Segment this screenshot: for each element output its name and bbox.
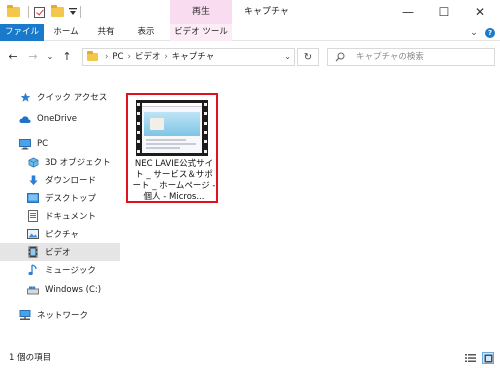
close-button[interactable]: ✕ <box>464 0 496 24</box>
new-folder-icon[interactable] <box>50 5 64 19</box>
search-placeholder: キャプチャの検索 <box>356 52 424 62</box>
sidebar-item-label: ダウンロード <box>45 176 97 186</box>
expand-ribbon-icon[interactable]: ⌄ <box>468 24 480 41</box>
window-title: キャプチャ <box>244 7 289 17</box>
tab-file[interactable]: ファイル <box>0 24 44 41</box>
forward-button[interactable]: → <box>26 49 40 63</box>
large-icons-view-icon[interactable] <box>482 352 494 364</box>
item-count: 1 個の項目 <box>9 353 52 363</box>
sidebar-item-label: ドキュメント <box>45 212 97 222</box>
sidebar-item-music[interactable]: ミュージック <box>0 261 120 279</box>
video-icon <box>27 246 39 258</box>
breadcrumb-separator: › <box>105 52 109 62</box>
title-bar: 再生 キャプチャ — ☐ ✕ <box>0 0 500 24</box>
help-glyph: ? <box>485 27 495 38</box>
breadcrumb-item-pc[interactable]: PC <box>112 52 123 62</box>
computer-icon <box>19 138 31 150</box>
file-item[interactable]: NEC LAVIE公式サイト _ サービス＆サポート _ ホームページ - 個人… <box>126 93 218 203</box>
breadcrumb: › PC › ビデオ › キャプチャ <box>105 49 214 65</box>
sidebar-item-pc[interactable]: PC <box>0 135 120 153</box>
back-button[interactable]: ← <box>6 49 20 63</box>
breadcrumb-item-capture[interactable]: キャプチャ <box>172 52 214 62</box>
sidebar-item-label: ネットワーク <box>37 311 89 321</box>
document-icon <box>27 210 39 222</box>
search-icon <box>335 52 345 62</box>
video-thumbnail <box>136 100 208 156</box>
tab-home[interactable]: ホーム <box>46 24 86 41</box>
context-group-header: 再生 <box>170 0 232 24</box>
tab-video-tools[interactable]: ビデオ ツール <box>170 24 232 41</box>
breadcrumb-separator[interactable]: › <box>127 52 130 62</box>
sidebar-item-3d-objects[interactable]: 3D オブジェクト <box>0 153 120 171</box>
context-group-label: 再生 <box>191 7 210 17</box>
status-bar: 1 個の項目 <box>0 348 500 368</box>
music-icon <box>27 264 39 276</box>
network-icon <box>19 309 31 321</box>
navigation-pane: クイック アクセス OneDrive PC 3D オブジェクト ダウンロード デ… <box>0 76 120 334</box>
help-icon[interactable]: ? <box>484 24 496 41</box>
tab-share[interactable]: 共有 <box>88 24 124 41</box>
details-view-icon[interactable] <box>464 352 476 364</box>
desktop-icon <box>27 192 39 204</box>
film-perforation <box>203 100 208 156</box>
sidebar-item-label: ピクチャ <box>45 230 79 240</box>
sidebar-item-label: デスクトップ <box>45 194 97 204</box>
sidebar-item-pictures[interactable]: ピクチャ <box>0 225 120 243</box>
thumbnail-preview <box>142 103 202 153</box>
sidebar-item-label: ビデオ <box>45 248 71 258</box>
download-icon <box>27 174 39 186</box>
sidebar-item-documents[interactable]: ドキュメント <box>0 207 120 225</box>
ribbon-tabs: ファイル ホーム 共有 表示 ビデオ ツール ⌄ ? <box>0 24 500 41</box>
sidebar-item-quick-access[interactable]: クイック アクセス <box>0 88 120 106</box>
minimize-button[interactable]: — <box>392 0 424 24</box>
folder-icon <box>6 5 20 19</box>
sidebar-item-downloads[interactable]: ダウンロード <box>0 171 120 189</box>
recent-locations-button[interactable]: ⌄ <box>43 49 57 63</box>
address-dropdown-icon[interactable]: ⌄ <box>284 49 291 65</box>
breadcrumb-item-video[interactable]: ビデオ <box>135 52 161 62</box>
maximize-button[interactable]: ☐ <box>428 0 460 24</box>
file-name: NEC LAVIE公式サイト _ サービス＆サポート _ ホームページ - 個人… <box>132 159 216 202</box>
properties-icon[interactable] <box>32 5 46 19</box>
sidebar-item-label: ミュージック <box>45 266 96 276</box>
drive-icon <box>27 284 39 296</box>
sidebar-item-desktop[interactable]: デスクトップ <box>0 189 120 207</box>
star-icon <box>19 91 31 103</box>
sidebar-item-label: 3D オブジェクト <box>45 158 111 168</box>
sidebar-item-label: PC <box>37 139 49 149</box>
tab-view[interactable]: 表示 <box>126 24 166 41</box>
cloud-icon <box>19 113 31 125</box>
sidebar-item-video[interactable]: ビデオ <box>0 243 120 261</box>
sidebar-item-label: Windows (C:) <box>45 285 102 295</box>
cube-icon <box>27 156 39 168</box>
sidebar-item-label: クイック アクセス <box>37 93 108 103</box>
sidebar-item-network[interactable]: ネットワーク <box>0 306 120 324</box>
address-bar[interactable]: › PC › ビデオ › キャプチャ ⌄ <box>82 48 295 66</box>
picture-icon <box>27 228 39 240</box>
divider <box>80 6 81 18</box>
film-perforation <box>136 100 141 156</box>
breadcrumb-separator[interactable]: › <box>164 52 167 62</box>
sidebar-item-label: OneDrive <box>37 114 77 124</box>
navigation-bar: ← → ⌄ ↑ › PC › ビデオ › キャプチャ ⌄ ↻ キャプチャの検索 <box>0 41 500 72</box>
customize-quick-access-icon[interactable] <box>66 5 80 19</box>
up-button[interactable]: ↑ <box>60 49 74 63</box>
sidebar-item-windows-drive[interactable]: Windows (C:) <box>0 281 120 299</box>
refresh-button[interactable]: ↻ <box>297 48 319 66</box>
divider <box>24 5 32 19</box>
sidebar-item-onedrive[interactable]: OneDrive <box>0 110 120 128</box>
search-box[interactable]: キャプチャの検索 <box>327 48 495 66</box>
folder-icon <box>87 51 98 61</box>
